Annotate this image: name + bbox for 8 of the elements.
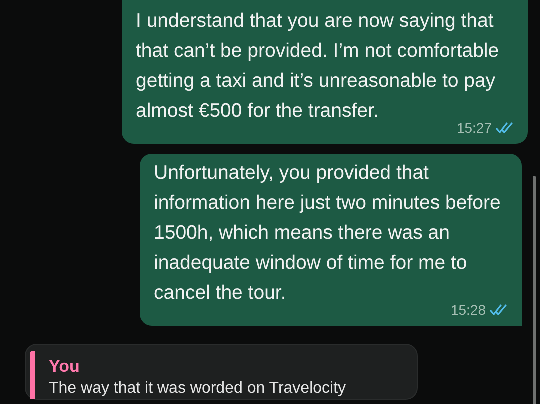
quoted-message-card[interactable]: You The way that it was worded on Travelocity (25, 344, 418, 400)
quote-text: The way that it was worded on Travelocity (49, 379, 346, 399)
quote-author: You (49, 356, 81, 378)
scrollbar[interactable] (533, 176, 536, 404)
message-time: 15:27 (456, 120, 492, 136)
message-text: Unfortunately, you provided that information here just two minutes before 1500h, which means there was an inadequate window of time for me to cancel the tour. (154, 161, 502, 305)
message-time: 15:28 (450, 302, 486, 318)
message-text: I understand that you are now saying that that can’t be provided. I’m not comfortable getting a taxi and it’s unreasonable to pay almost €500 for the transfer. (136, 9, 500, 123)
